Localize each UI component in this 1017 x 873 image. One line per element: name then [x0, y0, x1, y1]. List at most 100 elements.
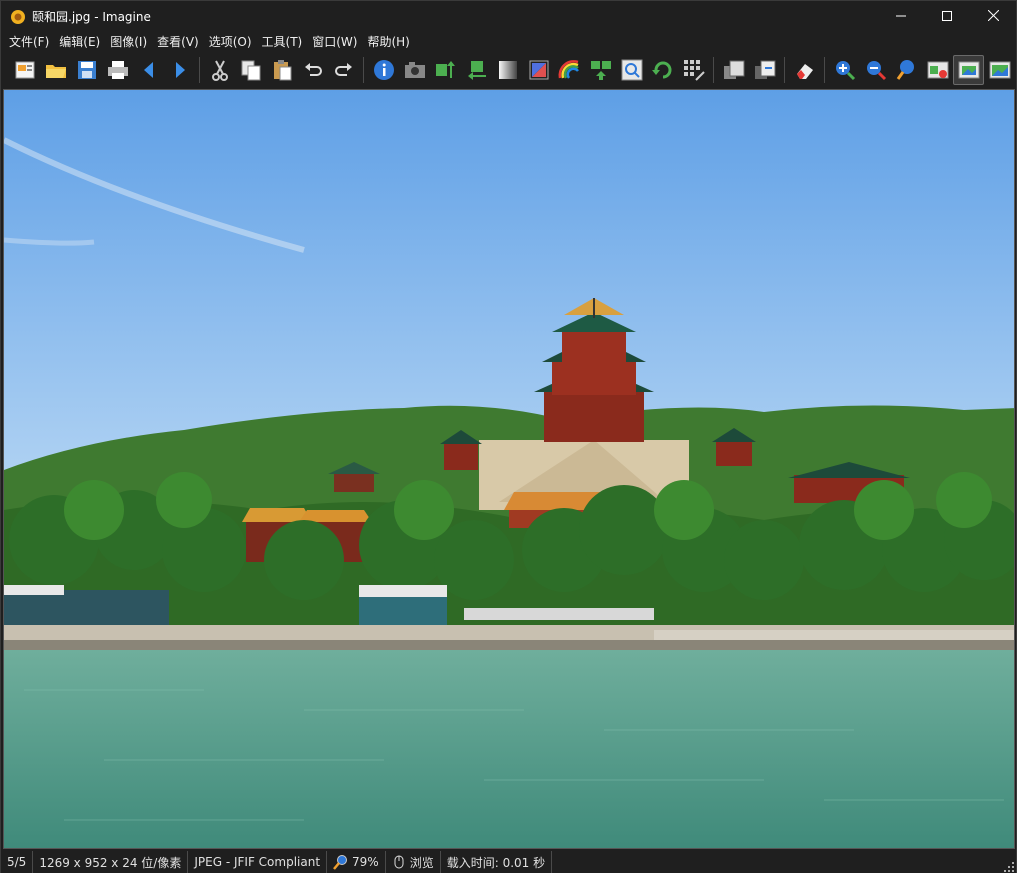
- grid-button[interactable]: [678, 55, 709, 85]
- menu-image[interactable]: 图像(I): [105, 32, 152, 52]
- previous-icon: [143, 61, 153, 78]
- minimize-button[interactable]: [878, 1, 924, 32]
- close-button[interactable]: [970, 1, 1016, 32]
- save-icon: [77, 60, 96, 79]
- zoom-reset-icon: [896, 59, 914, 80]
- resize-grip-icon[interactable]: [1004, 861, 1014, 872]
- menu-help[interactable]: 帮助(H): [362, 32, 414, 52]
- status-bar: 5/5 1269 x 952 x 24 位/像素 JPEG - JFIF Com…: [1, 851, 1016, 873]
- mouse-icon: [394, 855, 404, 869]
- app-window: 颐和园.jpg - Imagine 文件(F) 编辑(E) 图像(I) 查看(V…: [0, 0, 1017, 873]
- zoom-out-icon: [866, 60, 886, 80]
- zoom-out-button[interactable]: [860, 55, 891, 85]
- toolbar: [1, 52, 1016, 87]
- toolbar-separator: [363, 56, 364, 83]
- fit-width-button[interactable]: [922, 55, 953, 85]
- flip-button[interactable]: [585, 55, 616, 85]
- resize-button[interactable]: [430, 55, 461, 85]
- effects-button[interactable]: [554, 55, 585, 85]
- open-button[interactable]: [40, 55, 71, 85]
- window-title: 颐和园.jpg - Imagine: [32, 10, 151, 24]
- rotate-icon: [651, 61, 671, 78]
- save-button[interactable]: [71, 55, 102, 85]
- redo-icon: [334, 62, 352, 76]
- open-folder-icon: [45, 64, 66, 78]
- info-icon: [373, 59, 394, 80]
- menu-tools[interactable]: 工具(T): [257, 32, 308, 52]
- copy-to-button[interactable]: [718, 55, 749, 85]
- enhance-button[interactable]: [523, 55, 554, 85]
- fit-window-button[interactable]: [953, 54, 984, 85]
- status-zoom-value: 79%: [352, 855, 379, 869]
- fit-window-icon: [958, 61, 979, 78]
- menu-bar: 文件(F) 编辑(E) 图像(I) 查看(V) 选项(O) 工具(T) 窗口(W…: [1, 32, 1016, 52]
- maximize-button[interactable]: [924, 1, 970, 32]
- previous-button[interactable]: [133, 55, 164, 85]
- menu-view[interactable]: 查看(V): [152, 32, 204, 52]
- eraser-icon: [796, 63, 813, 79]
- zoom-box-icon: [621, 59, 642, 80]
- print-icon: [107, 60, 128, 79]
- print-button[interactable]: [102, 55, 133, 85]
- fullscreen-button[interactable]: [984, 55, 1015, 85]
- undo-button[interactable]: [297, 55, 328, 85]
- cut-icon: [211, 60, 228, 81]
- zoom-box-button[interactable]: [616, 55, 647, 85]
- toolbar-separator: [824, 56, 825, 83]
- info-button[interactable]: [368, 55, 399, 85]
- paste-icon: [273, 59, 291, 80]
- sunflower-icon: [10, 9, 26, 25]
- resize-icon: [435, 60, 455, 78]
- flip-icon: [590, 60, 611, 80]
- toolbar-separator: [784, 56, 785, 83]
- toolbar-separator: [713, 56, 714, 83]
- copy-icon: [241, 60, 260, 80]
- status-format: JPEG - JFIF Compliant: [188, 851, 328, 873]
- cut-button[interactable]: [204, 55, 235, 85]
- browse-button[interactable]: [9, 55, 40, 85]
- effects-icon: [558, 59, 579, 79]
- grid-icon: [683, 59, 705, 81]
- capture-button[interactable]: [399, 55, 430, 85]
- crop-icon: [467, 60, 486, 80]
- status-mode: 浏览: [386, 851, 441, 873]
- paste-button[interactable]: [266, 55, 297, 85]
- move-to-button[interactable]: [749, 55, 780, 85]
- summer-palace-photo: [4, 90, 1014, 848]
- zoom-in-icon: [835, 60, 855, 80]
- next-icon: [175, 61, 185, 78]
- grayscale-icon: [498, 60, 517, 79]
- status-index: 5/5: [1, 851, 34, 873]
- status-load-time: 载入时间: 0.01 秒: [441, 851, 553, 873]
- image-viewer[interactable]: [3, 89, 1015, 849]
- status-zoom: 79%: [327, 851, 386, 873]
- magnifier-icon: [333, 855, 348, 870]
- menu-options[interactable]: 选项(O): [204, 32, 257, 52]
- toolbar-separator: [199, 56, 200, 83]
- title-bar[interactable]: 颐和园.jpg - Imagine: [1, 1, 1016, 32]
- minimize-icon: [896, 10, 906, 24]
- menu-file[interactable]: 文件(F): [4, 32, 54, 52]
- enhance-icon: [529, 60, 548, 79]
- crop-button[interactable]: [461, 55, 492, 85]
- menu-edit[interactable]: 编辑(E): [54, 32, 105, 52]
- fit-width-icon: [927, 61, 948, 78]
- status-dimensions: 1269 x 952 x 24 位/像素: [33, 851, 189, 873]
- rotate-button[interactable]: [647, 55, 678, 85]
- capture-icon: [404, 61, 425, 78]
- copy-to-icon: [723, 60, 744, 79]
- zoom-in-button[interactable]: [829, 55, 860, 85]
- undo-icon: [304, 62, 322, 76]
- copy-button[interactable]: [235, 55, 266, 85]
- next-button[interactable]: [164, 55, 195, 85]
- zoom-reset-button[interactable]: [891, 55, 922, 85]
- move-to-icon: [754, 60, 775, 79]
- menu-window[interactable]: 窗口(W): [307, 32, 362, 52]
- status-mode-label: 浏览: [409, 855, 434, 870]
- eraser-button[interactable]: [789, 55, 820, 85]
- fullscreen-icon: [989, 61, 1010, 78]
- browse-icon: [15, 61, 34, 78]
- maximize-icon: [942, 10, 952, 24]
- redo-button[interactable]: [328, 55, 359, 85]
- grayscale-button[interactable]: [492, 55, 523, 85]
